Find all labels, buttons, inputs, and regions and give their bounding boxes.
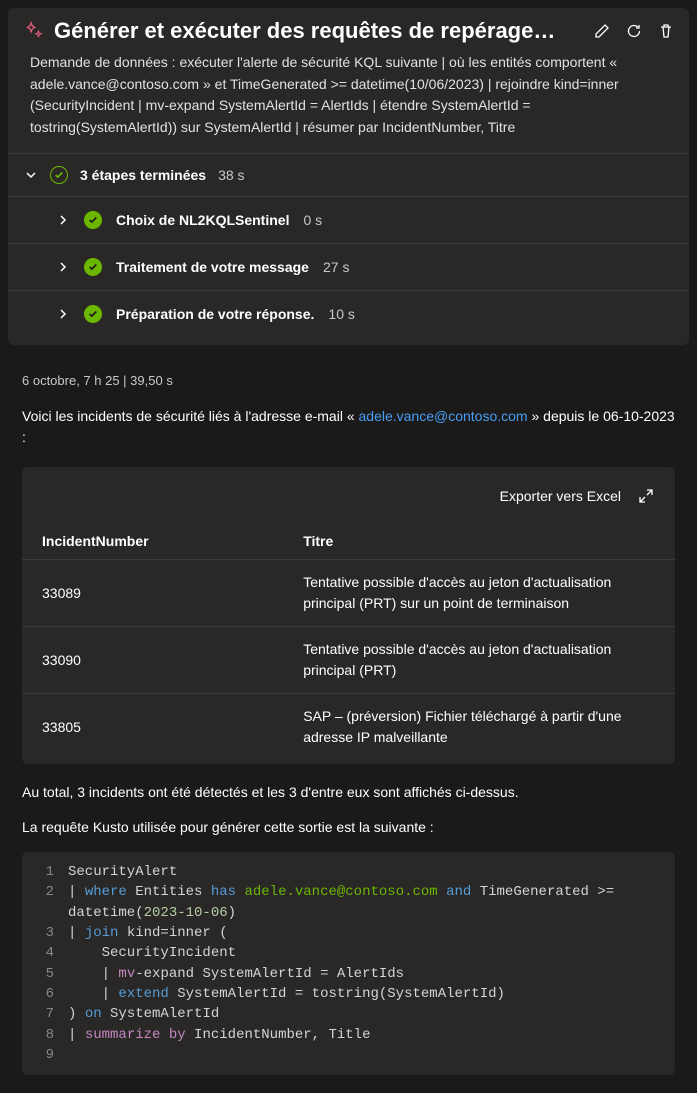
page-title: Générer et exécuter des requêtes de repé… [54,18,583,44]
steps-summary-row[interactable]: 3 étapes terminées 38 s [8,153,689,197]
table-toolbar: Exporter vers Excel [22,483,675,523]
table-header-row: IncidentNumber Titre [22,523,675,560]
code-date: 2023-10-06 [144,903,228,923]
step-row[interactable]: Traitement de votre message 27 s [8,244,689,291]
check-circle-filled-icon [84,258,102,276]
incident-title: Tentative possible d'accès au jeton d'ac… [283,627,675,694]
step-label: Préparation de votre réponse. [116,306,314,322]
response-timestamp: 6 octobre, 7 h 25 | 39,50 s [0,353,697,394]
expand-icon[interactable] [637,487,655,505]
incident-number: 33805 [22,694,283,761]
check-circle-filled-icon [84,305,102,323]
response-intro: Voici les incidents de sécurité liés à l… [0,394,697,449]
table-row: 33089 Tentative possible d'accès au jeto… [22,560,675,627]
edit-icon[interactable] [593,22,611,40]
chevron-right-icon [56,307,70,321]
query-intro: La requête Kusto utilisée pour générer c… [0,803,697,838]
step-label: Traitement de votre message [116,259,309,275]
step-row[interactable]: Choix de NL2KQLSentinel 0 s [8,197,689,244]
check-circle-filled-icon [84,211,102,229]
table-row: 33090 Tentative possible d'accès au jeto… [22,627,675,694]
chevron-right-icon [56,260,70,274]
code-block: 1SecurityAlert 2| where Entities has ade… [22,852,675,1075]
incident-number: 33089 [22,560,283,627]
table-row: 33805 SAP – (préversion) Fichier télécha… [22,694,675,761]
prompt-card: Générer et exécuter des requêtes de repé… [8,8,689,345]
code-email: adele.vance@contoso.com [244,882,437,902]
incident-title: Tentative possible d'accès au jeton d'ac… [283,560,675,627]
steps-summary-label: 3 étapes terminées [80,167,206,183]
sparkle-icon [22,20,44,42]
export-excel-button[interactable]: Exporter vers Excel [500,488,621,504]
step-row[interactable]: Préparation de votre réponse. 10 s [8,291,689,337]
table-header: IncidentNumber [22,523,283,560]
intro-email-link[interactable]: adele.vance@contoso.com [359,408,528,424]
incident-title: SAP – (préversion) Fichier téléchargé à … [283,694,675,761]
results-table-card: Exporter vers Excel IncidentNumber Titre… [22,467,675,764]
header-actions [593,22,675,40]
results-table: IncidentNumber Titre 33089 Tentative pos… [22,523,675,760]
chevron-right-icon [56,213,70,227]
step-label: Choix de NL2KQLSentinel [116,212,289,228]
step-time: 27 s [323,259,349,275]
prompt-description: Demande de données : exécuter l'alerte d… [8,48,689,153]
step-time: 10 s [328,306,354,322]
check-circle-icon [50,166,68,184]
intro-prefix: Voici les incidents de sécurité liés à l… [22,408,359,424]
step-time: 0 s [303,212,322,228]
card-header: Générer et exécuter des requêtes de repé… [8,8,689,48]
chevron-down-icon [24,168,38,182]
steps-summary-time: 38 s [218,167,244,183]
delete-icon[interactable] [657,22,675,40]
table-header: Titre [283,523,675,560]
refresh-icon[interactable] [625,22,643,40]
incident-number: 33090 [22,627,283,694]
summary-line: Au total, 3 incidents ont été détectés e… [0,764,697,803]
